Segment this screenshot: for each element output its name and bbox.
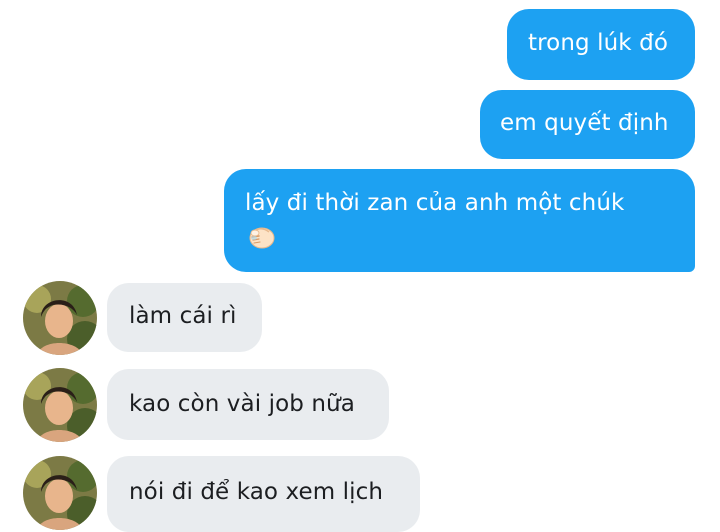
incoming-message[interactable]: kao còn vài job nữa <box>107 369 389 440</box>
message-text: em quyết định <box>500 110 669 136</box>
message-text: trong lúk đó <box>528 30 668 56</box>
message-text: làm cái rì <box>129 303 237 329</box>
avatar-photo-icon <box>23 281 97 355</box>
message-text: kao còn vài job nữa <box>129 391 355 417</box>
avatar-photo-icon <box>23 456 97 530</box>
message-text: nói đi để kao xem lịch <box>129 479 384 505</box>
pinching-hand-emoji <box>249 227 275 249</box>
outgoing-message[interactable]: trong lúk đó <box>507 9 695 80</box>
contact-avatar[interactable] <box>23 368 97 442</box>
outgoing-message[interactable]: em quyết định <box>480 90 695 159</box>
chat-thread: trong lúk đó em quyết định lấy đi thời z… <box>0 0 720 532</box>
incoming-message[interactable]: nói đi để kao xem lịch <box>107 456 420 532</box>
incoming-message[interactable]: làm cái rì <box>107 283 262 352</box>
message-text: lấy đi thời zan của anh một chúk <box>245 190 625 216</box>
contact-avatar[interactable] <box>23 456 97 530</box>
avatar-photo-icon <box>23 368 97 442</box>
outgoing-message[interactable]: lấy đi thời zan của anh một chúk <box>224 169 695 272</box>
contact-avatar[interactable] <box>23 281 97 355</box>
